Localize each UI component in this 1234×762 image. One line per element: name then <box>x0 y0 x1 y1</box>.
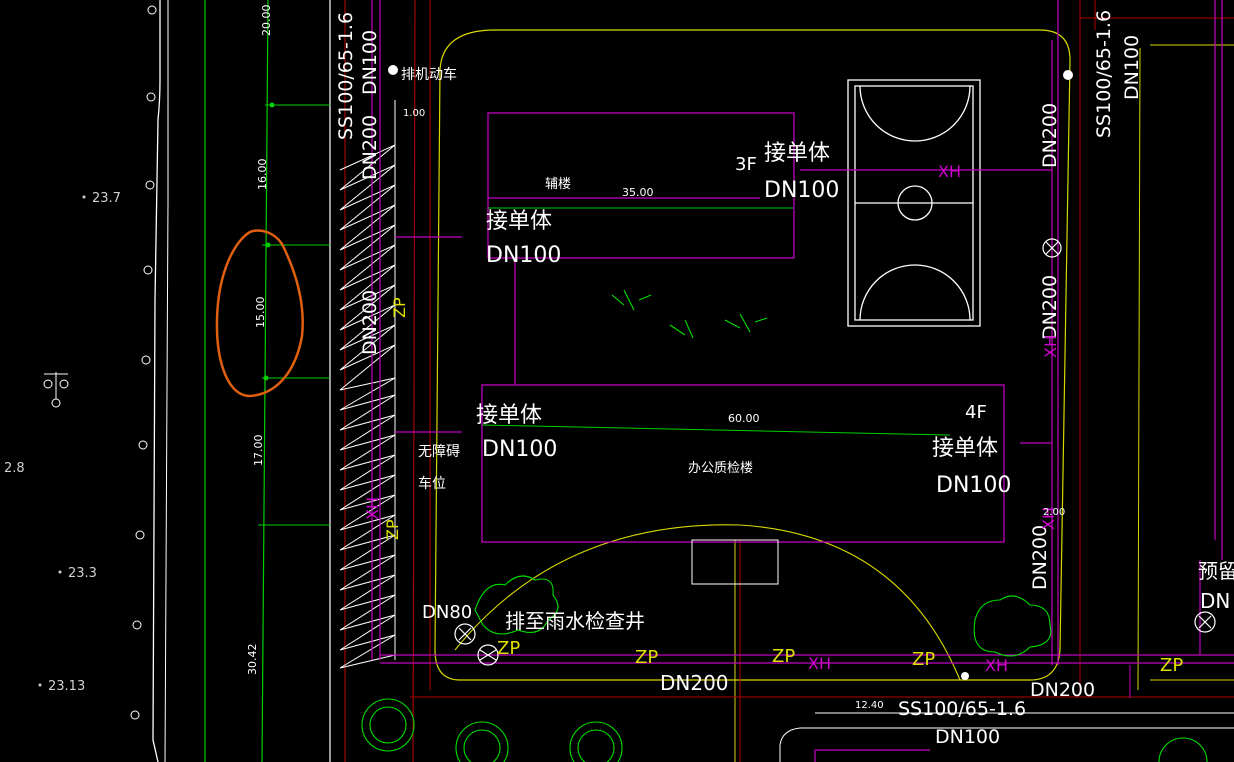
floor-label: 4F <box>965 402 987 423</box>
roadside-posts <box>130 5 157 720</box>
elevation-label: 23.13 <box>48 679 85 694</box>
pipe-spec-label: SS100/65-1.6 <box>1093 10 1115 138</box>
pipe-size-label: DN200 <box>1029 525 1051 590</box>
pipe-code-label: XH <box>985 656 1008 675</box>
connection-size: DN100 <box>936 473 1011 498</box>
parking-spaces <box>339 144 396 669</box>
site-boundary <box>434 29 1071 681</box>
bottom-pipe <box>814 749 930 762</box>
connection-size: DN100 <box>486 243 561 268</box>
pipe-size-label: DN200 <box>359 290 381 355</box>
elevation-label: 2.8 <box>4 461 25 476</box>
pipe-code-label: XH <box>1041 335 1060 358</box>
valve-icon <box>454 238 1216 666</box>
value-label: 2.00 <box>1043 507 1065 518</box>
dim-line <box>481 424 951 436</box>
pipe-size-label: DN100 <box>1121 35 1143 100</box>
building-name: 办公质检楼 <box>688 461 753 476</box>
note-label: 排机动车 <box>401 66 457 83</box>
pipe-size-label: DN200 <box>1030 679 1095 701</box>
pipe-code-label: ZP <box>497 638 520 659</box>
hydrant-icon <box>388 65 1073 680</box>
value-label: 1.00 <box>403 108 425 119</box>
road-dimension-label: 17.00 <box>252 435 265 467</box>
pipe-size-label: DN200 <box>1039 103 1061 168</box>
road-dimension-label: 20.00 <box>260 5 273 37</box>
pipe-code-label: XH <box>363 497 382 520</box>
pipe-size-label: DN200 <box>660 671 729 695</box>
pipe-code-label: ZP <box>390 297 409 318</box>
connection-label: 接单体 <box>764 141 830 166</box>
pipe-code-label: ZP <box>772 646 795 667</box>
floor-label: 3F <box>735 154 757 175</box>
connection-label: 接单体 <box>486 209 552 234</box>
elevation-label: 23.7 <box>92 191 121 206</box>
connection-label: 接单体 <box>476 403 542 428</box>
dimension-label: 60.00 <box>728 412 760 425</box>
pipe-size-label: DN100 <box>935 726 1000 748</box>
pipe-spec-label: SS100/65-1.6 <box>335 12 357 140</box>
pipe-code-label: ZP <box>1160 655 1183 676</box>
road-dimension-label: 30.42 <box>246 644 259 676</box>
parking-label: 无障碍 <box>418 444 460 460</box>
road-dimension-label: 16.00 <box>256 159 269 191</box>
connection-size: DN100 <box>482 437 557 462</box>
value-label: 12.40 <box>855 700 884 711</box>
road-dimension-label: 15.00 <box>254 297 267 329</box>
arc-path <box>454 524 961 681</box>
reserve-label: 预留 <box>1198 559 1234 583</box>
pipe-size-label: DN100 <box>359 30 381 95</box>
pipe-code-label: ZP <box>383 519 402 540</box>
elevation-dots <box>38 195 86 687</box>
building-name: 辅楼 <box>545 177 571 192</box>
pipe-code-label: ZP <box>635 647 658 668</box>
pipe-spec-label: SS100/65-1.6 <box>898 698 1026 720</box>
pipe-code-label: XH <box>808 654 831 673</box>
parking-label: 车位 <box>418 475 446 492</box>
elevation-label: 23.3 <box>68 566 97 581</box>
pipe-size-label: DN <box>1200 589 1230 613</box>
lamp-icon <box>43 372 69 408</box>
basketball-court <box>847 79 981 327</box>
dimension-label: 35.00 <box>622 186 654 199</box>
pipe-code-label: ZP <box>912 649 935 670</box>
connection-size: DN100 <box>764 178 839 203</box>
road-edges <box>152 0 416 762</box>
pipe-code-label: XH <box>938 162 961 181</box>
connection-label: 接单体 <box>932 436 998 461</box>
pipe-size-label: DN80 <box>422 602 472 623</box>
drain-note: 排至雨水检查井 <box>505 609 645 633</box>
pipe-size-label: DN200 <box>1039 275 1061 340</box>
cad-drawing-canvas: 23.7 2.8 23.3 23.13 20.00 16.00 15.00 17… <box>4 0 1234 762</box>
pipe-size-label: DN200 <box>359 115 381 180</box>
